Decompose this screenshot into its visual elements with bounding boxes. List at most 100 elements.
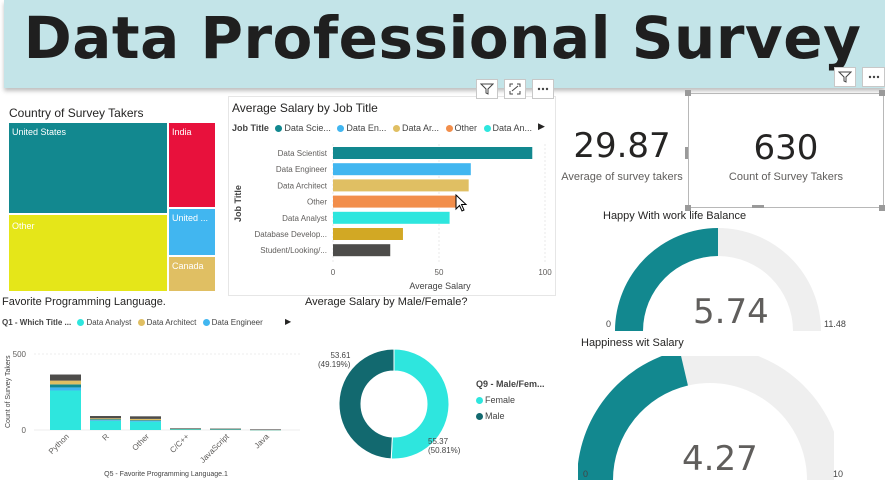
treemap-cell-united-states[interactable]: United States <box>8 122 168 214</box>
stacked-bar-segment[interactable] <box>130 420 161 422</box>
bar[interactable] <box>333 147 533 159</box>
x-tick-label: Java <box>253 432 272 451</box>
gauge-salary-value: 4.27 <box>682 439 758 479</box>
treemap-cell-india[interactable]: India <box>168 122 216 208</box>
resize-handle[interactable] <box>879 90 885 96</box>
legend-item[interactable]: Data Ar... <box>402 123 439 133</box>
legend-item[interactable]: Data Scie... <box>284 123 331 133</box>
resize-handle[interactable] <box>752 205 764 208</box>
y-tick-label: 0 <box>22 426 27 435</box>
legend-dot <box>476 413 483 421</box>
stacked-bar-segment[interactable] <box>50 384 81 388</box>
survey-count-value: 630 <box>753 128 819 168</box>
gender-legend-title: Q9 - Male/Fem... <box>476 379 545 389</box>
gauge-salary-min: 0 <box>583 469 589 479</box>
legend-item-female[interactable]: Female <box>485 395 515 405</box>
legend-item[interactable]: Data Engineer <box>212 318 263 327</box>
resize-handle[interactable] <box>879 205 885 211</box>
legend-dot <box>445 125 453 133</box>
legend-next-arrow-icon[interactable]: ▶ <box>538 121 545 132</box>
stacked-bar-segment[interactable] <box>130 418 161 421</box>
gender-salary-title: Average Salary by Male/Female? <box>305 296 468 308</box>
bar[interactable] <box>333 244 391 257</box>
stacked-bar-segment[interactable] <box>210 428 241 430</box>
legend-dot <box>392 125 400 133</box>
mouse-cursor-icon <box>455 194 468 212</box>
gauge-worklife-max: 11.48 <box>824 319 846 329</box>
stacked-bar-segment[interactable] <box>90 420 121 430</box>
x-tick-label: 100 <box>538 268 552 277</box>
legend-item[interactable]: Data Architect <box>147 318 197 327</box>
programming-legend-title: Q1 - Which Title ... <box>2 318 72 327</box>
filter-icon[interactable] <box>476 79 498 99</box>
stacked-bar-segment[interactable] <box>50 387 81 391</box>
stacked-bar-segment[interactable] <box>90 419 121 421</box>
category-label: Data Scientist <box>278 149 328 158</box>
category-label: Data Architect <box>277 181 328 190</box>
legend-dot <box>476 397 483 405</box>
focus-mode-icon[interactable] <box>504 79 526 99</box>
avg-age-label: Average of survey takers <box>561 171 683 183</box>
category-label: Data Engineer <box>276 165 327 174</box>
stacked-bar-segment[interactable] <box>90 420 121 421</box>
treemap-title: Country of Survey Takers <box>9 106 144 120</box>
y-axis-title: Job Title <box>233 185 243 222</box>
programming-legend: Q1 - Which Title ... Data Analyst Data A… <box>2 318 263 327</box>
job-legend: Job Title Data Scie... Data En... Data A… <box>232 123 532 133</box>
stacked-bar-segment[interactable] <box>130 420 161 421</box>
programming-chart[interactable]: 500 0 Python R Other C/C++ JavaScript Java Count… <box>0 336 300 482</box>
bar[interactable] <box>333 228 403 240</box>
x-tick-label: 0 <box>331 268 336 277</box>
gauge-fill[interactable] <box>578 356 688 480</box>
salary-by-job-chart[interactable]: 0 50 100 Data Scientist Data Engineer Data Ar… <box>230 136 554 294</box>
gender-legend: Q9 - Male/Fem... Female Male <box>476 379 545 421</box>
legend-item[interactable]: Data Analyst <box>86 318 131 327</box>
filter-icon[interactable] <box>834 67 856 87</box>
stacked-bar-segment[interactable] <box>50 380 81 385</box>
legend-dot <box>137 319 145 327</box>
stacked-bar-segment[interactable] <box>90 416 121 419</box>
stacked-bar-segment[interactable] <box>50 390 81 430</box>
x-tick-label: 50 <box>435 268 444 277</box>
y-axis-title: Count of Survey Takers <box>5 355 12 428</box>
more-options-icon[interactable] <box>862 67 885 87</box>
legend-item[interactable]: Data En... <box>346 123 386 133</box>
x-tick-label: JavaScript <box>198 432 231 465</box>
x-tick-label: Other <box>130 432 151 453</box>
treemap-cell-canada[interactable]: Canada <box>168 256 216 292</box>
legend-dot <box>483 125 491 133</box>
stacked-bar-segment[interactable] <box>170 428 201 429</box>
gauge-salary-title: Happiness wit Salary <box>581 337 684 349</box>
stacked-bar-segment[interactable] <box>250 429 281 430</box>
stacked-bar-segment[interactable] <box>130 416 161 419</box>
treemap-cell-united-kingdom[interactable]: United ... <box>168 208 216 256</box>
category-label: Other <box>307 198 327 207</box>
legend-dot <box>275 125 283 133</box>
bar[interactable] <box>333 179 469 192</box>
legend-item[interactable]: Data An... <box>493 123 533 133</box>
x-tick-label: Python <box>47 432 71 456</box>
bar[interactable] <box>333 211 450 224</box>
resize-handle[interactable] <box>685 90 691 96</box>
male-percent: (49.19%) <box>318 360 351 369</box>
stacked-bar-segment[interactable] <box>50 374 81 381</box>
stacked-bar-segment[interactable] <box>130 421 161 430</box>
more-options-icon[interactable] <box>532 79 554 99</box>
gauge-salary-max: 10 <box>833 469 844 479</box>
male-value: 53.61 <box>330 351 351 360</box>
legend-dot <box>77 319 85 327</box>
legend-dot <box>337 125 345 133</box>
legend-item-male[interactable]: Male <box>485 411 505 421</box>
treemap-cell-other[interactable]: Other <box>8 214 168 292</box>
country-treemap[interactable]: United States India Other United ... Can… <box>8 122 216 292</box>
x-axis-title: Average Salary <box>409 281 471 291</box>
x-tick-label: R <box>100 432 111 443</box>
bar[interactable] <box>333 195 459 208</box>
stacked-bar-segment[interactable] <box>90 418 121 420</box>
survey-count-label: Count of Survey Takers <box>728 171 844 183</box>
legend-item[interactable]: Other <box>455 123 478 133</box>
male-data-label: 53.61 (49.19%) <box>318 351 350 369</box>
gauge-worklife-value: 5.74 <box>693 292 769 332</box>
legend-next-arrow-icon[interactable]: ▶ <box>285 317 291 326</box>
bar[interactable] <box>333 163 471 176</box>
